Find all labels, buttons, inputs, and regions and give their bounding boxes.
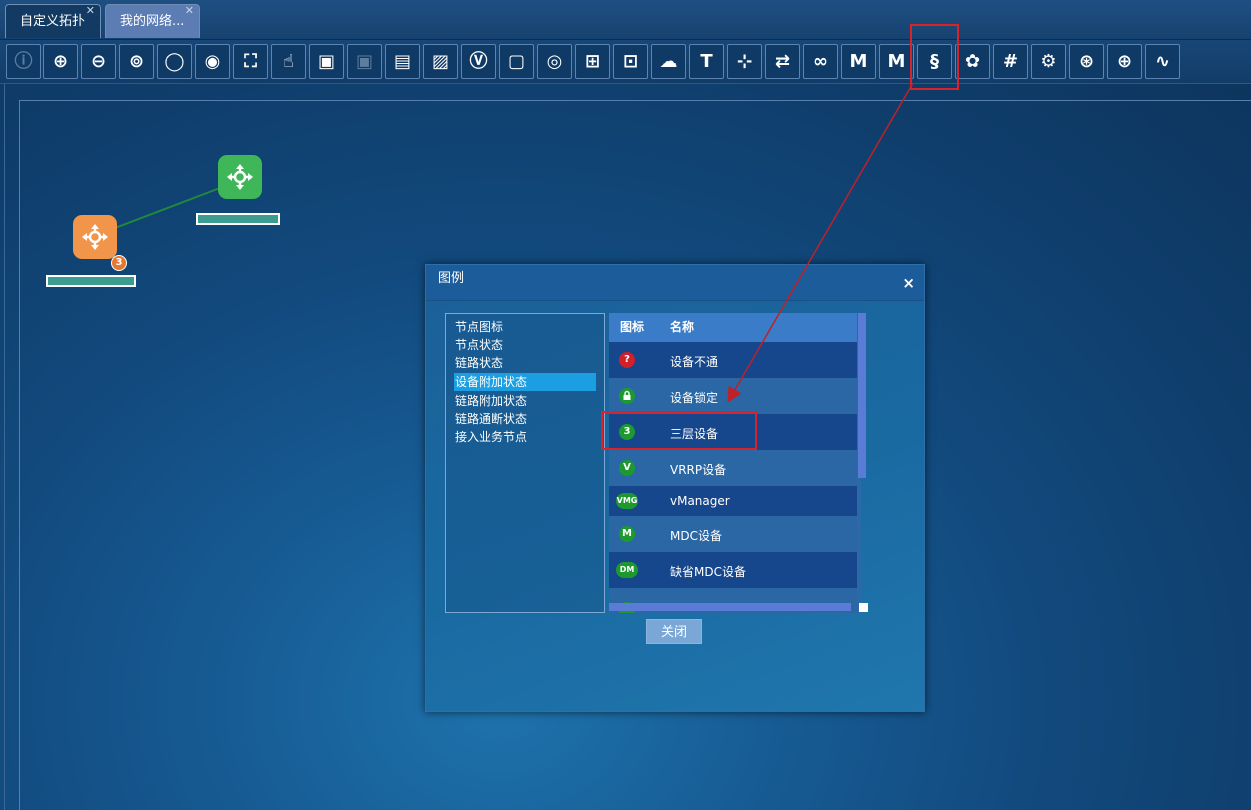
annotation-arrow <box>727 82 914 403</box>
